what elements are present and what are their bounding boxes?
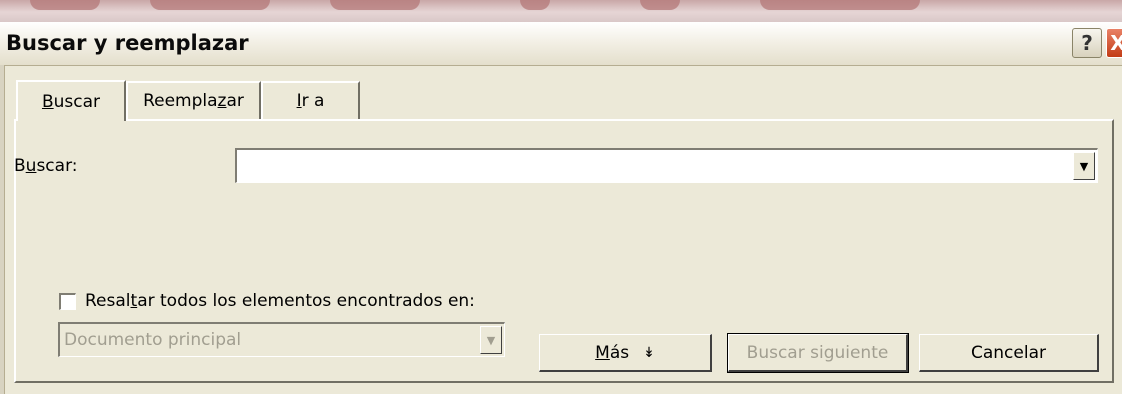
tab-buscar[interactable]: Buscar xyxy=(16,80,126,121)
tab-label: Reemplazar xyxy=(143,91,244,111)
scope-select[interactable]: Documento principal ▼ xyxy=(58,322,505,357)
scope-dropdown-button[interactable]: ▼ xyxy=(480,326,502,354)
help-button[interactable]: ? xyxy=(1072,28,1102,58)
find-combobox[interactable]: ▼ xyxy=(235,148,1098,183)
background-shape xyxy=(150,0,270,10)
title-bar[interactable]: Buscar y reemplazar ? X xyxy=(0,22,1122,66)
close-icon: X xyxy=(1110,31,1122,55)
chevron-down-icon: ▼ xyxy=(486,333,496,347)
more-button[interactable]: Más ↡ xyxy=(539,334,712,372)
background-shape xyxy=(760,0,920,10)
background-shape xyxy=(330,0,420,10)
cancel-button[interactable]: Cancelar xyxy=(919,334,1099,372)
background-document-strip xyxy=(0,0,1122,22)
close-button[interactable]: X xyxy=(1106,28,1122,58)
tab-label: Buscar xyxy=(41,91,101,112)
highlight-checkbox[interactable] xyxy=(59,293,76,310)
highlight-label: Resaltar todos los elementos encontrados… xyxy=(85,291,475,311)
chevron-down-icon: ▼ xyxy=(1079,159,1089,173)
find-dropdown-button[interactable]: ▼ xyxy=(1073,152,1095,180)
expand-arrows-icon: ↡ xyxy=(643,344,655,361)
tab-ir-a[interactable]: Ir a xyxy=(261,81,360,119)
window-title: Buscar y reemplazar xyxy=(6,31,249,55)
find-next-label: Buscar siguiente xyxy=(746,342,889,363)
background-shape xyxy=(520,0,550,10)
background-shape xyxy=(30,0,100,10)
find-label: Buscar: xyxy=(14,156,78,176)
tab-reemplazar[interactable]: Reemplazar xyxy=(126,81,261,119)
scope-value: Documento principal xyxy=(64,330,242,350)
cancel-label: Cancelar xyxy=(971,342,1046,363)
background-shape xyxy=(640,0,680,10)
more-label: Más xyxy=(595,342,630,363)
window-frame-left xyxy=(0,65,5,394)
find-next-button[interactable]: Buscar siguiente xyxy=(727,333,909,373)
tab-label: Ir a xyxy=(296,91,325,111)
help-icon: ? xyxy=(1081,31,1093,55)
